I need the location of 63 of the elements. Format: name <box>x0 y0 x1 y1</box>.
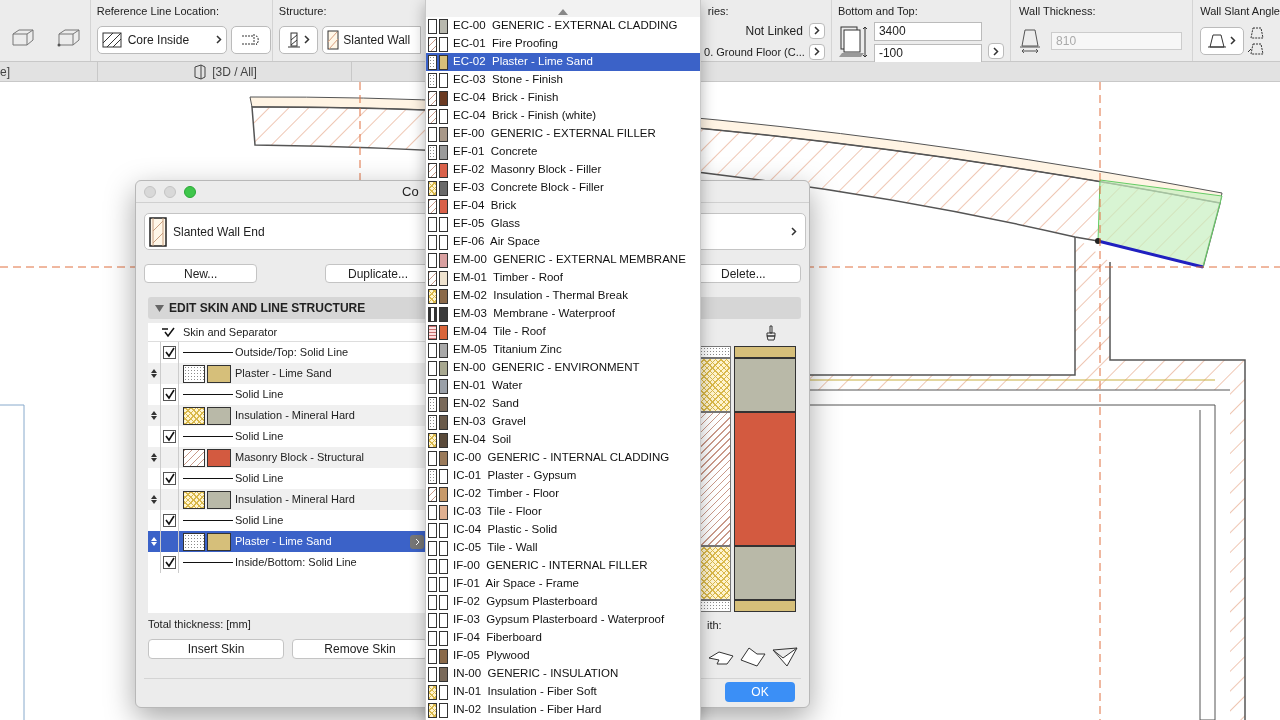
menu-item-label: EC-00 GENERIC - EXTERNAL CLADDING <box>452 18 678 34</box>
menu-item-label: EN-00 GENERIC - ENVIRONMENT <box>452 360 640 376</box>
menu-item-label: IC-03 Tile - Floor <box>452 504 542 520</box>
menu-item-label: EM-05 Titanium Zinc <box>452 342 562 358</box>
menu-item-label: IF-02 Gypsum Plasterboard <box>452 594 598 610</box>
menu-item-label: EF-00 GENERIC - EXTERNAL FILLER <box>452 126 656 142</box>
field-label: Bottom and Top: <box>837 4 919 19</box>
menu-item-label: EF-02 Masonry Block - Filler <box>452 162 602 178</box>
menu-item-label: EN-04 Soil <box>452 432 512 448</box>
field-label: Reference Line Location: <box>96 4 220 19</box>
field-label: Wall Slant Angle <box>1200 4 1280 19</box>
menu-item-label: IF-04 Fiberboard <box>452 630 542 646</box>
menu-item-label: EF-03 Concrete Block - Filler <box>452 180 604 196</box>
menu-item-label: IN-02 Insulation - Fiber Hard <box>452 702 602 718</box>
menu-item-label: EN-01 Water <box>452 378 523 394</box>
row-label: Outside/Top: Solid Line <box>234 345 349 361</box>
menu-item-label: IC-00 GENERIC - INTERNAL CLADDING <box>452 450 670 466</box>
total-thickness-label: Total thickness: [mm] <box>148 617 252 631</box>
menu-item-label: IN-01 Insulation - Fiber Soft <box>452 684 597 700</box>
row-label: Masonry Block - Structural <box>234 450 364 466</box>
row-label: Plaster - Lime Sand <box>234 534 332 550</box>
menu-item-label: IC-01 Plaster - Gypsum <box>452 468 577 484</box>
row-label: Solid Line <box>234 387 284 403</box>
menu-item-label: EC-01 Fire Proofing <box>452 36 558 52</box>
column-header: Skin and Separator <box>183 324 278 340</box>
field-label: Structure: <box>278 4 328 19</box>
menu-item-label: IF-00 GENERIC - INTERNAL FILLER <box>452 558 648 574</box>
menu-item-label: EC-04 Brick - Finish (white) <box>452 108 597 124</box>
menu-item-label: IC-05 Tile - Wall <box>452 540 538 556</box>
menu-item-label: IC-04 Plastic - Solid <box>452 522 558 538</box>
menu-item-label: EM-00 GENERIC - EXTERNAL MEMBRANE <box>452 252 686 268</box>
menu-item-label: IF-03 Gypsum Plasterboard - Waterproof <box>452 612 665 628</box>
field-label: ries: <box>707 4 730 19</box>
window-title: Co <box>402 182 419 201</box>
top-link-value: Not Linked <box>745 22 803 40</box>
menu-item-label: IF-01 Air Space - Frame <box>452 576 579 592</box>
row-label: Inside/Bottom: Solid Line <box>234 555 357 571</box>
menu-item-label: EM-02 Insulation - Thermal Break <box>452 288 628 304</box>
menu-item-label: EC-03 Stone - Finish <box>452 72 563 88</box>
menu-item-label: EF-05 Glass <box>452 216 521 232</box>
row-label: Insulation - Mineral Hard <box>234 492 355 508</box>
menu-item-label: EC-04 Brick - Finish <box>452 90 559 106</box>
row-label: Solid Line <box>234 513 284 529</box>
menu-item-label: EC-02 Plaster - Lime Sand <box>452 54 593 70</box>
menu-item-label: EF-04 Brick <box>452 198 517 214</box>
home-story-value: 0. Ground Floor (C... <box>704 44 805 60</box>
menu-item-label: IC-02 Timber - Floor <box>452 486 560 502</box>
menu-item-label: IN-00 GENERIC - INSULATION <box>452 666 619 682</box>
menu-item-label: EM-03 Membrane - Waterproof <box>452 306 615 322</box>
menu-item-label: IF-05 Plywood <box>452 648 530 664</box>
join-with-label: ith: <box>707 618 723 633</box>
menu-item-label: EF-06 Air Space <box>452 234 540 250</box>
row-label: Solid Line <box>234 471 284 487</box>
field-label: Wall Thickness: <box>1019 4 1097 19</box>
menu-item-label: EF-01 Concrete <box>452 144 538 160</box>
row-label: Insulation - Mineral Hard <box>234 408 355 424</box>
menu-item-label: EN-03 Gravel <box>452 414 526 430</box>
menu-item-label: EM-01 Timber - Roof <box>452 270 563 286</box>
row-label: Solid Line <box>234 429 284 445</box>
row-label: Plaster - Lime Sand <box>234 366 332 382</box>
menu-item-label: EN-02 Sand <box>452 396 519 412</box>
menu-item-label: EM-04 Tile - Roof <box>452 324 546 340</box>
section-title: EDIT SKIN AND LINE STRUCTURE <box>169 300 366 317</box>
